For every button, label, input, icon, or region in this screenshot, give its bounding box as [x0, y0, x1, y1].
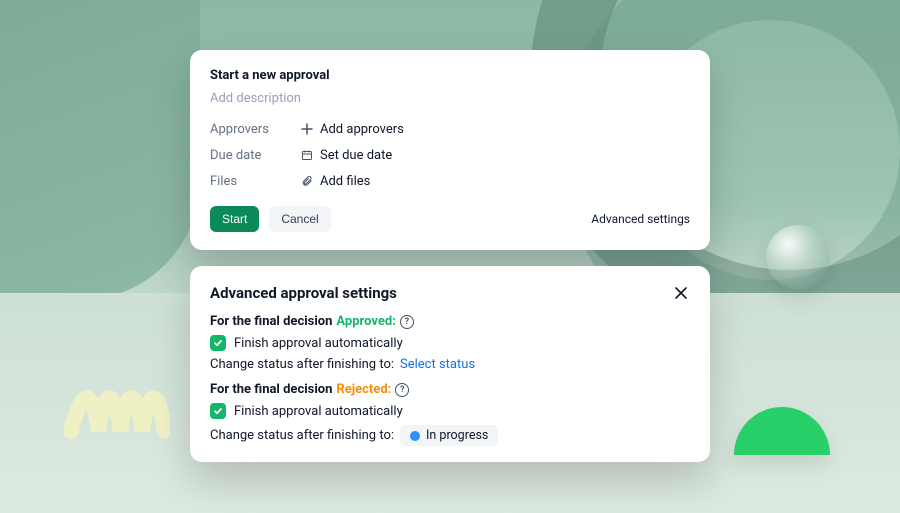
rejected-change-status-label: Change status after finishing to: — [210, 428, 394, 443]
decision-rejected-label: Rejected: — [336, 382, 391, 397]
help-icon[interactable]: ? — [400, 315, 414, 329]
approved-section-label: For the final decision Approved: ? — [210, 314, 690, 329]
check-icon — [213, 338, 223, 348]
card-title: Start a new approval — [210, 68, 690, 83]
section-prefix: For the final decision — [210, 382, 332, 397]
approvers-label: Approvers — [210, 122, 300, 137]
advanced-settings-card: Advanced approval settings For the final… — [190, 266, 710, 462]
approved-finish-checkbox[interactable] — [210, 335, 226, 351]
approved-finish-label: Finish approval automatically — [234, 336, 403, 351]
files-label: Files — [210, 174, 300, 189]
settings-title: Advanced approval settings — [210, 284, 397, 302]
due-date-label: Due date — [210, 148, 300, 163]
close-button[interactable] — [672, 284, 690, 302]
rejected-section-label: For the final decision Rejected: ? — [210, 382, 690, 397]
rejected-status-select[interactable]: In progress — [400, 425, 498, 446]
calendar-icon — [300, 148, 314, 162]
paperclip-icon — [300, 174, 314, 188]
plus-icon — [300, 122, 314, 136]
set-due-date-label: Set due date — [320, 148, 392, 163]
check-icon — [213, 406, 223, 416]
approvers-row: Approvers Add approvers — [210, 116, 690, 142]
scene-wall — [0, 0, 200, 300]
help-icon[interactable]: ? — [395, 383, 409, 397]
description-input[interactable]: Add description — [210, 91, 690, 106]
rejected-status-value: In progress — [426, 428, 488, 443]
approved-status-select[interactable]: Select status — [400, 357, 475, 372]
advanced-settings-link[interactable]: Advanced settings — [591, 212, 690, 226]
rejected-finish-label: Finish approval automatically — [234, 404, 403, 419]
files-row: Files Add files — [210, 168, 690, 194]
decision-approved-label: Approved: — [336, 314, 395, 329]
section-prefix: For the final decision — [210, 314, 332, 329]
scene-sphere — [766, 225, 830, 289]
scene-spring — [60, 343, 170, 453]
add-approvers-label: Add approvers — [320, 122, 404, 137]
status-color-dot — [410, 431, 420, 441]
cancel-button[interactable]: Cancel — [269, 206, 330, 232]
approved-change-status-label: Change status after finishing to: — [210, 357, 394, 372]
add-files-button[interactable]: Add files — [300, 174, 370, 189]
set-due-date-button[interactable]: Set due date — [300, 148, 392, 163]
add-approvers-button[interactable]: Add approvers — [300, 122, 404, 137]
new-approval-card: Start a new approval Add description App… — [190, 50, 710, 250]
due-date-row: Due date Set due date — [210, 142, 690, 168]
add-files-label: Add files — [320, 174, 370, 189]
rejected-finish-checkbox[interactable] — [210, 403, 226, 419]
start-button[interactable]: Start — [210, 206, 259, 232]
close-icon — [674, 286, 688, 300]
